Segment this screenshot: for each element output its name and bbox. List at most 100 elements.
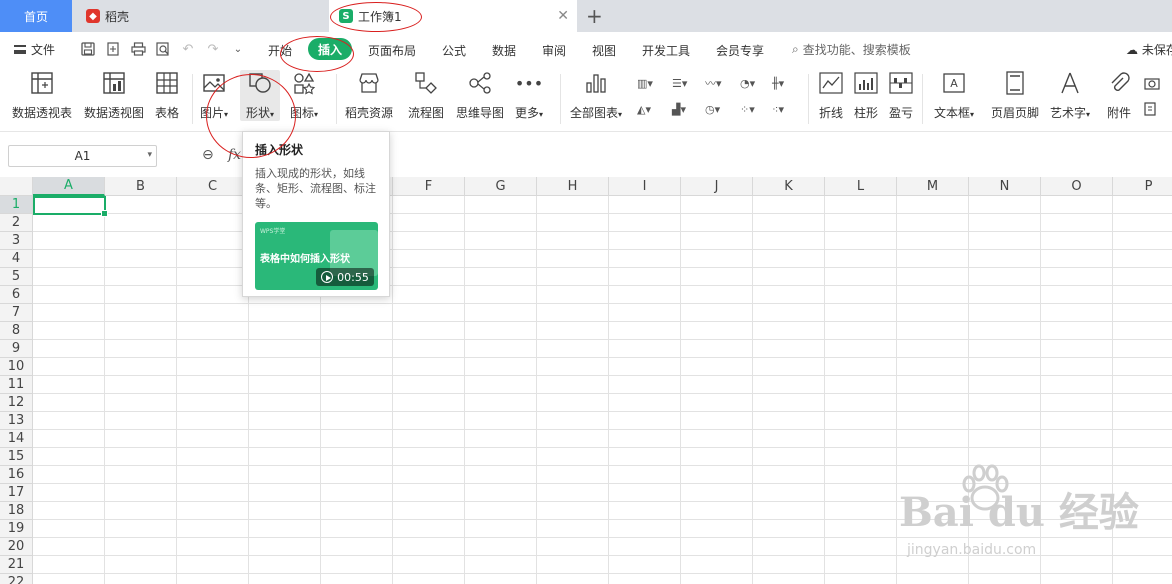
tab-daoke-label: 稻壳 [105,9,130,24]
column-header-p[interactable]: P [1113,177,1172,196]
ribbon-separator [922,74,923,124]
menu-formula[interactable]: 公式 [442,42,466,59]
row-header-12[interactable]: 12 [0,394,33,412]
zoom-icon[interactable]: ⊖ [202,147,214,163]
menu-developer[interactable]: 开发工具 [642,42,690,59]
undo-icon[interactable]: ↶ [180,41,196,57]
feature-search[interactable]: ⌕ 查找功能、搜索模板 [792,41,911,58]
object-icon[interactable] [1144,100,1172,118]
row-header-4[interactable]: 4 [0,250,33,268]
redo-icon[interactable]: ↷ [205,41,221,57]
row-header-18[interactable]: 18 [0,502,33,520]
column-header-l[interactable]: L [825,177,897,196]
selected-cell-a1[interactable] [33,196,108,217]
grid-column-line [392,196,393,584]
ribbon-separator [192,74,193,124]
column-header-f[interactable]: F [393,177,465,196]
more-button[interactable]: ••• 更多▾ [515,70,543,121]
grid-row-line [33,393,1172,394]
row-header-22[interactable]: 22 [0,574,33,584]
annotation-ring-workbook-tab [330,2,422,32]
sparkline-column-button[interactable]: 柱形 [853,70,879,121]
row-header-19[interactable]: 19 [0,520,33,538]
row-header-16[interactable]: 16 [0,466,33,484]
line-chart-icon[interactable]: 〰▾ [705,74,731,92]
row-header-1[interactable]: 1 [0,196,33,214]
row-header-9[interactable]: 9 [0,340,33,358]
export-pdf-icon[interactable] [105,41,121,57]
select-all-corner[interactable] [0,177,33,196]
column-chart-icon[interactable]: ▥▾ [637,74,663,92]
row-header-8[interactable]: 8 [0,322,33,340]
pivot-table-button[interactable]: 数据透视表 [12,70,72,121]
pivot-chart-button[interactable]: 数据透视图 [84,70,144,121]
bar-chart-horizontal-icon[interactable]: ☰▾ [672,74,698,92]
sparkline-winloss-button[interactable]: 盈亏 [888,70,914,121]
scatter-chart-icon[interactable]: ⁘▾ [740,100,766,118]
tab-home[interactable]: 首页 [0,0,72,32]
header-footer-button[interactable]: 页眉页脚 [991,70,1039,121]
all-charts-label: 全部图表▾ [570,106,623,120]
flowchart-button[interactable]: 流程图 [408,70,444,121]
file-menu-button[interactable]: 文件 [14,41,55,58]
row-header-13[interactable]: 13 [0,412,33,430]
row-header-17[interactable]: 17 [0,484,33,502]
attachment-button[interactable]: 附件 [1106,70,1132,121]
area-chart-icon[interactable]: ◭▾ [637,100,663,118]
column-header-j[interactable]: J [681,177,753,196]
row-header-7[interactable]: 7 [0,304,33,322]
column-header-o[interactable]: O [1041,177,1113,196]
print-preview-icon[interactable] [155,41,171,57]
tab-daoke[interactable]: ◆ 稻壳 [76,0,324,32]
quick-access-dropdown-icon[interactable]: ⌄ [230,41,246,57]
row-header-3[interactable]: 3 [0,232,33,250]
print-icon[interactable] [130,41,146,57]
table-button[interactable]: 表格 [154,70,180,121]
bubble-chart-icon[interactable]: ⁖▾ [772,100,798,118]
row-header-11[interactable]: 11 [0,376,33,394]
row-header-5[interactable]: 5 [0,268,33,286]
row-header-15[interactable]: 15 [0,448,33,466]
column-header-n[interactable]: N [969,177,1041,196]
all-charts-button[interactable]: 全部图表▾ [570,70,622,121]
menu-view[interactable]: 视图 [592,42,616,59]
mind-map-button[interactable]: 思维导图 [456,70,504,121]
pie-chart-icon[interactable]: ◔▾ [740,74,766,92]
column-header-g[interactable]: G [465,177,537,196]
column-header-i[interactable]: I [609,177,681,196]
video-play-badge[interactable]: 00:55 [316,268,374,286]
name-box[interactable]: A1 ▾ [8,145,157,167]
name-box-value: A1 [74,149,91,163]
new-tab-icon[interactable]: + [586,4,603,28]
menu-page-layout[interactable]: 页面布局 [368,42,416,59]
sparkline-column-icon [853,70,879,96]
column-header-h[interactable]: H [537,177,609,196]
row-header-20[interactable]: 20 [0,538,33,556]
column-header-b[interactable]: B [105,177,177,196]
row-header-21[interactable]: 21 [0,556,33,574]
save-icon[interactable] [80,41,96,57]
radar-chart-icon[interactable]: ◷▾ [705,100,731,118]
column-header-k[interactable]: K [753,177,825,196]
sparkline-line-button[interactable]: 折线 [818,70,844,121]
combo-chart-icon[interactable]: ▟▾ [672,100,698,118]
daoke-resources-button[interactable]: 稻壳资源 [345,70,393,121]
row-header-14[interactable]: 14 [0,430,33,448]
menu-data[interactable]: 数据 [492,42,516,59]
row-header-6[interactable]: 6 [0,286,33,304]
row-header-2[interactable]: 2 [0,214,33,232]
row-header-10[interactable]: 10 [0,358,33,376]
tutorial-video-thumbnail[interactable]: WPS学堂 表格中如何插入形状 00:55 [255,222,378,290]
cloud-save-status[interactable]: ☁ 未保存 [1126,41,1172,58]
menu-review[interactable]: 审阅 [542,42,566,59]
column-header-c[interactable]: C [177,177,249,196]
camera-icon[interactable] [1144,74,1172,92]
ribbon-separator [336,74,337,124]
menu-member[interactable]: 会员专享 [716,42,764,59]
word-art-button[interactable]: 艺术字▾ [1050,70,1090,121]
column-header-a[interactable]: A [33,177,105,196]
close-icon[interactable]: ✕ [557,8,569,24]
column-header-m[interactable]: M [897,177,969,196]
stock-chart-icon[interactable]: ╫▾ [772,74,798,92]
text-box-button[interactable]: A 文本框▾ [934,70,974,121]
